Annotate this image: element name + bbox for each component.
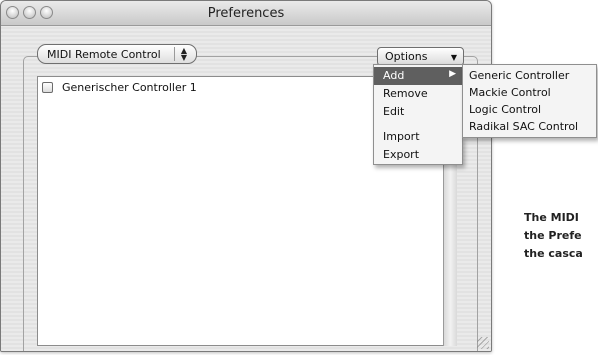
caption-line: the Prefe	[524, 229, 582, 242]
menu-item-edit[interactable]: Edit	[374, 103, 462, 121]
title-bar[interactable]: Preferences	[1, 1, 491, 26]
menu-item-remove[interactable]: Remove	[374, 85, 462, 103]
options-menu: Add ▶ Remove Edit Import Export	[373, 64, 463, 165]
menu-item-export[interactable]: Export	[374, 146, 462, 164]
resize-grip-icon[interactable]	[477, 337, 489, 349]
list-item-label: Generischer Controller 1	[62, 81, 197, 94]
window-title: Preferences	[207, 6, 285, 21]
caption-line: the casca	[524, 247, 583, 260]
remote-control-popup-label: MIDI Remote Control	[47, 48, 161, 61]
submenu-item-mackie-control[interactable]: Mackie Control	[463, 84, 596, 102]
remote-control-popup[interactable]: MIDI Remote Control ▲ ▼	[37, 44, 197, 64]
submenu-arrow-icon: ▶	[449, 69, 456, 79]
menu-item-import[interactable]: Import	[374, 128, 462, 146]
add-submenu: Generic Controller Mackie Control Logic …	[462, 64, 597, 138]
dropdown-arrow-icon: ▼	[450, 53, 457, 62]
caption-line: The MIDI	[524, 211, 579, 224]
controller-checkbox[interactable]	[42, 82, 53, 93]
options-button-label: Options	[385, 50, 428, 63]
figure-caption: The MIDI the Prefe the casca	[524, 209, 583, 263]
up-down-arrows-icon: ▲ ▼	[174, 47, 193, 62]
submenu-item-radikal-sac-control[interactable]: Radikal SAC Control	[463, 118, 596, 136]
submenu-item-logic-control[interactable]: Logic Control	[463, 101, 596, 119]
menu-item-add[interactable]: Add ▶	[374, 67, 462, 85]
submenu-item-generic-controller[interactable]: Generic Controller	[463, 67, 596, 85]
preferences-window: Preferences MIDI Remote Control ▲ ▼ Optio…	[0, 0, 492, 352]
